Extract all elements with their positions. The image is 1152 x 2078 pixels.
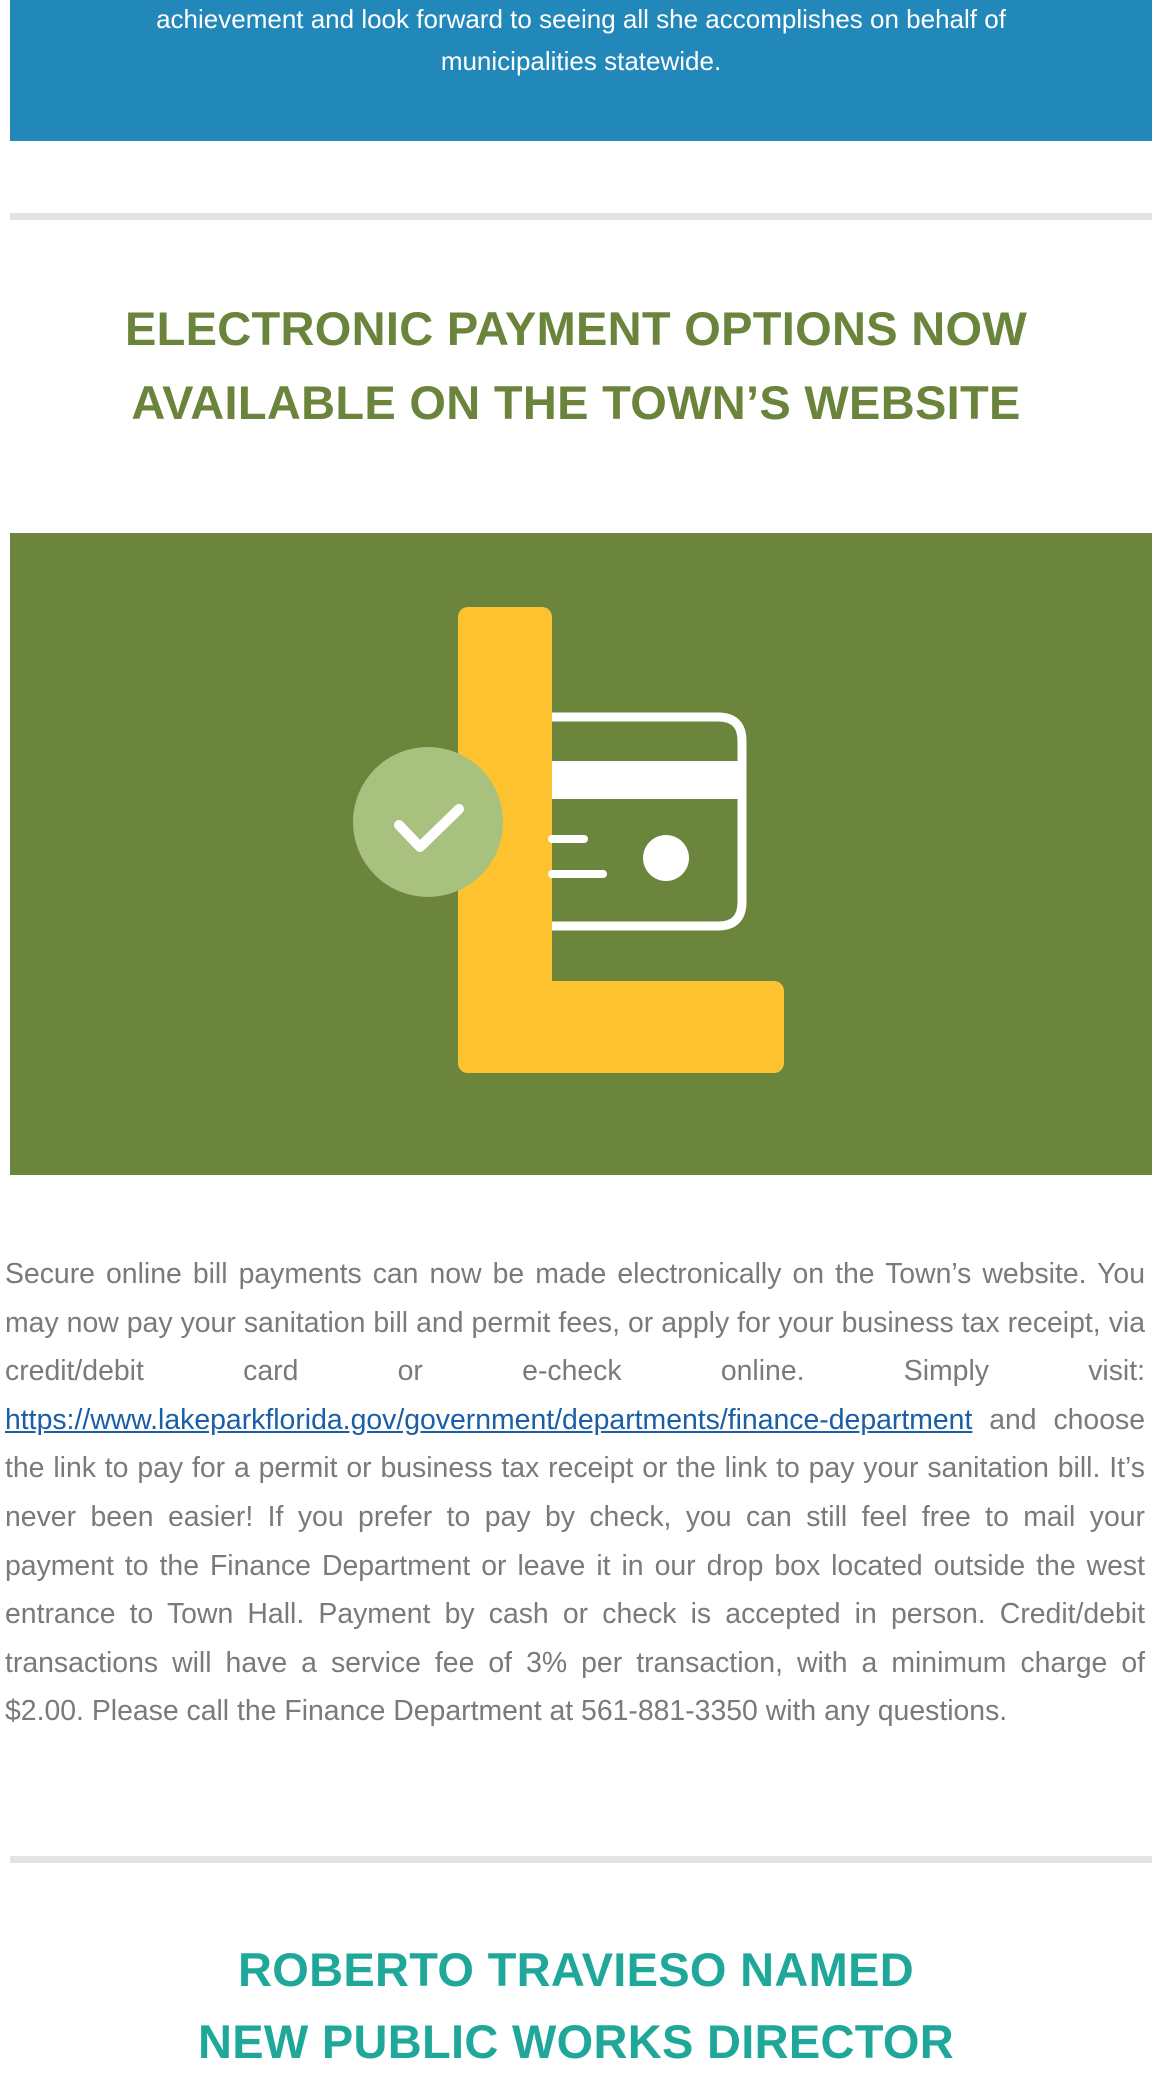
top-banner: achievement and look forward to seeing a… (10, 0, 1152, 141)
section-divider (10, 1856, 1152, 1863)
payment-hero-image (10, 533, 1152, 1175)
article-headline-public-works: ROBERTO TRAVIESO NAMED NEW PUBLIC WORKS … (0, 1934, 1152, 2078)
body-text-intro: Secure online bill payments can now be m… (5, 1258, 1145, 1388)
credit-card-icon (548, 712, 747, 931)
banner-text: achievement and look forward to seeing a… (156, 4, 1006, 76)
headline-line-2: NEW PUBLIC WORKS DIRECTOR (197, 2015, 954, 2068)
headline-line-1: ELECTRONIC PAYMENT OPTIONS NOW (124, 302, 1028, 355)
checkmark-icon (353, 747, 503, 897)
finance-department-link[interactable]: https://www.lakeparkflorida.gov/governme… (5, 1404, 972, 1436)
body-text-rest: and choose the link to pay for a permit … (5, 1403, 1145, 1728)
article-body-payments: Secure online bill payments can now be m… (5, 1250, 1145, 1736)
letter-l-logo (458, 607, 784, 1073)
article-headline-payments: ELECTRONIC PAYMENT OPTIONS NOW AVAILABLE… (0, 292, 1152, 440)
headline-line-2: AVAILABLE ON THE TOWN’S WEBSITE (131, 376, 1021, 429)
online-payment-illustration (353, 607, 784, 1073)
headline-line-1: ROBERTO TRAVIESO NAMED (238, 1943, 914, 1996)
section-divider (10, 213, 1152, 220)
